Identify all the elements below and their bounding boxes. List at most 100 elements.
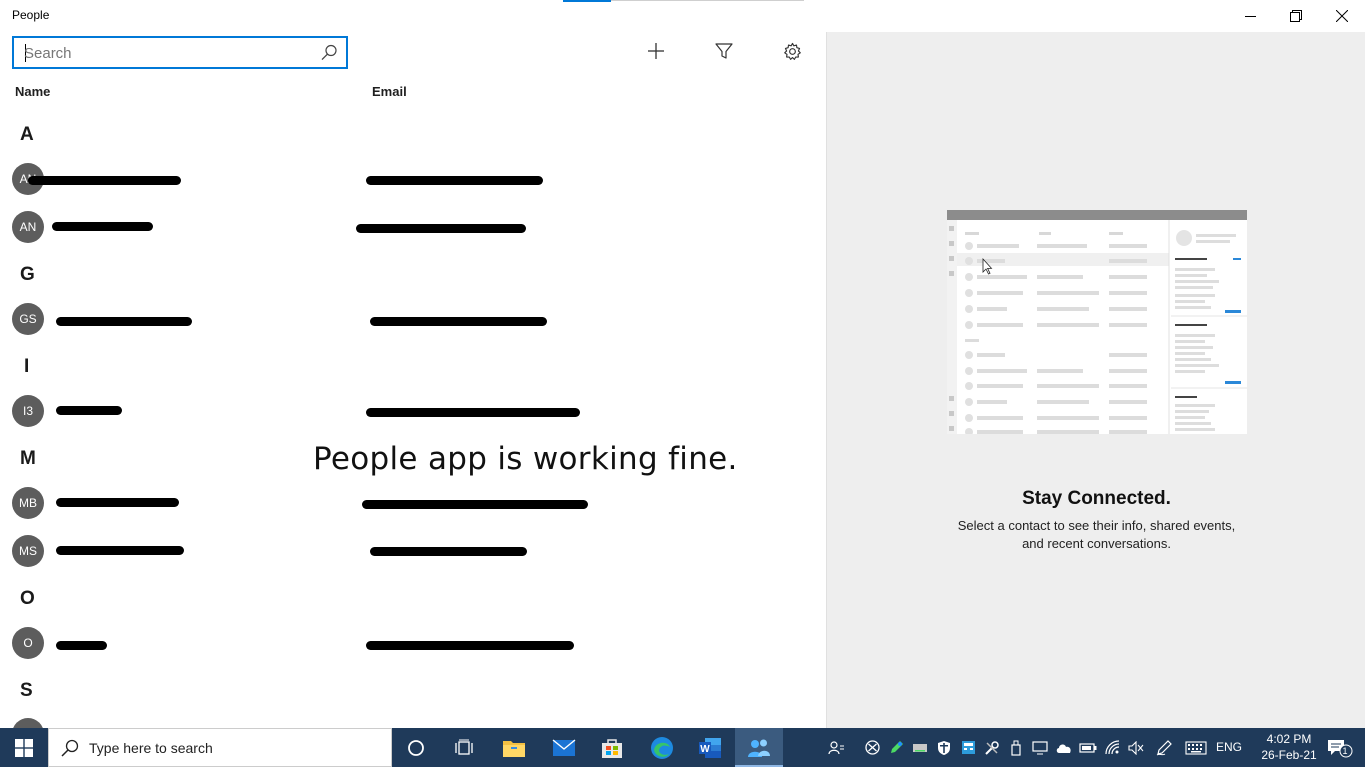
word-button[interactable]: W [686, 728, 734, 767]
settings-button[interactable] [775, 36, 809, 66]
xbox-tray-button[interactable] [860, 728, 884, 767]
redacted-name [56, 498, 179, 507]
tools-tray-button[interactable] [980, 728, 1004, 767]
cortana-button[interactable] [392, 728, 440, 767]
contact-row[interactable]: MS [0, 528, 826, 574]
contact-row[interactable]: MB [0, 480, 826, 526]
group-header-a[interactable]: A [20, 124, 34, 146]
search-box[interactable] [12, 36, 348, 69]
clock-date: 26-Feb-21 [1261, 748, 1317, 762]
volume-tray-button[interactable] [1124, 728, 1148, 767]
redacted-email [366, 408, 580, 417]
redacted-email [356, 224, 526, 233]
usb-icon [1011, 740, 1021, 756]
notification-count: 1 [1342, 746, 1348, 756]
mail-icon [552, 738, 576, 756]
column-header-name[interactable]: Name [15, 84, 50, 99]
stay-connected-title: Stay Connected. [1022, 488, 1171, 509]
xbox-icon [864, 740, 880, 755]
redacted-email [366, 176, 543, 185]
pen-workspace-button[interactable] [1152, 728, 1176, 767]
display-tray-button[interactable] [1028, 728, 1052, 767]
contact-row[interactable]: AN [0, 156, 826, 202]
app-tray-button[interactable] [956, 728, 980, 767]
edge-button[interactable] [638, 728, 686, 767]
taskbar-search-box[interactable]: Type here to search [48, 728, 392, 767]
avatar: O [12, 627, 44, 659]
redacted-name [56, 406, 122, 415]
group-header-s[interactable]: S [20, 680, 33, 702]
word-icon: W [699, 737, 721, 758]
start-button[interactable] [0, 728, 48, 767]
contact-row[interactable]: GS [0, 296, 826, 342]
contact-list-pane: Name Email A AN AN G GS I I3 M [0, 32, 826, 728]
filter-icon [715, 43, 733, 59]
action-center-button[interactable]: 1 [1320, 728, 1360, 767]
folder-icon [503, 740, 525, 757]
redacted-name [56, 317, 192, 326]
avatar: GS [12, 303, 44, 335]
microsoft-store-button[interactable] [588, 728, 636, 767]
group-header-m[interactable]: M [20, 448, 36, 470]
task-view-icon [455, 739, 473, 755]
touch-keyboard-button[interactable] [1183, 728, 1209, 767]
add-contact-button[interactable] [639, 36, 673, 66]
hardware-tray-button[interactable] [908, 728, 932, 767]
shield-icon [938, 740, 950, 755]
contact-row[interactable]: AN [0, 204, 826, 250]
contact-row[interactable]: I3 [0, 388, 826, 434]
usb-tray-button[interactable] [1004, 728, 1028, 767]
monitor-icon [1032, 740, 1048, 754]
avatar [12, 718, 44, 728]
gear-icon [783, 42, 801, 60]
file-explorer-button[interactable] [490, 728, 538, 767]
keyboard-icon [1185, 740, 1207, 755]
avatar: I3 [12, 395, 44, 427]
close-icon [1336, 10, 1348, 22]
avatar: MB [12, 487, 44, 519]
title-divider [611, 0, 804, 1]
redacted-email [362, 500, 588, 509]
people-bar-icon [828, 740, 844, 754]
windows-logo-icon [15, 738, 33, 757]
redacted-name [52, 222, 153, 231]
search-input[interactable] [24, 43, 314, 63]
title-accent-bar [563, 0, 611, 2]
edge-icon [651, 736, 673, 759]
clock[interactable]: 4:02 PM 26-Feb-21 [1257, 731, 1321, 763]
redacted-name [56, 546, 184, 555]
people-bar-button[interactable] [824, 728, 848, 767]
group-header-i[interactable]: I [24, 356, 29, 378]
onedrive-tray-button[interactable] [1052, 728, 1076, 767]
security-tray-button[interactable] [932, 728, 956, 767]
overlay-caption: People app is working fine. [313, 441, 738, 477]
close-button[interactable] [1319, 0, 1365, 32]
search-icon[interactable] [321, 44, 338, 61]
minimize-icon [1244, 15, 1256, 17]
redacted-email [370, 317, 547, 326]
taskbar: Type here to search W ENG 4:02 PM 26-Feb… [0, 728, 1365, 767]
task-view-button[interactable] [440, 728, 488, 767]
filter-button[interactable] [707, 36, 741, 66]
input-language[interactable]: ENG [1216, 740, 1242, 754]
avatar: AN [12, 211, 44, 243]
details-pane: Stay Connected. Select a contact to see … [826, 32, 1365, 728]
redacted-name [56, 641, 107, 650]
group-header-g[interactable]: G [20, 264, 35, 286]
redacted-name [28, 176, 181, 185]
pen-icon [890, 741, 903, 753]
column-header-email[interactable]: Email [372, 84, 407, 99]
restore-button[interactable] [1273, 0, 1319, 32]
minimize-button[interactable] [1227, 0, 1273, 32]
mail-button[interactable] [540, 728, 588, 767]
drive-icon [913, 743, 927, 752]
people-window: People Name [0, 0, 1365, 728]
people-app-button[interactable] [735, 728, 783, 767]
group-header-o[interactable]: O [20, 588, 35, 610]
contact-row[interactable]: O [0, 620, 826, 666]
pen-tray-button[interactable] [884, 728, 908, 767]
redacted-email [370, 547, 527, 556]
battery-tray-button[interactable] [1076, 728, 1100, 767]
network-tray-button[interactable] [1100, 728, 1124, 767]
calculator-icon [961, 741, 975, 754]
